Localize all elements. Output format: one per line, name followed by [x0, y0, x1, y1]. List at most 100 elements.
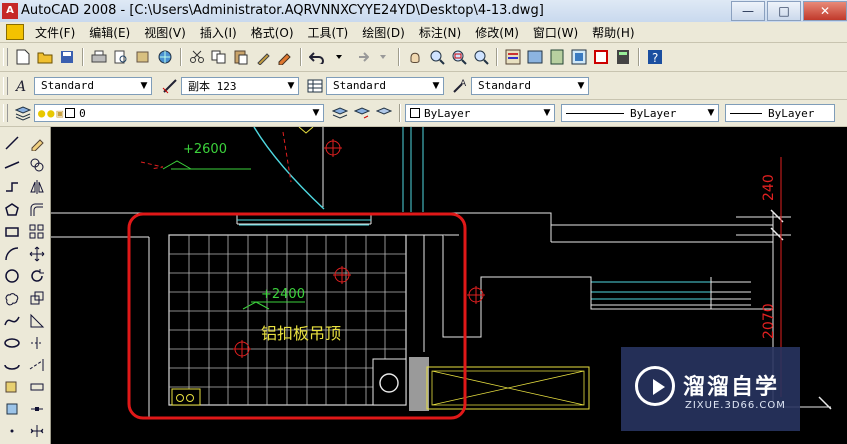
move-icon[interactable]: [27, 244, 47, 264]
gray-column: [409, 357, 429, 411]
close-button[interactable]: ✕: [803, 1, 847, 21]
print-icon[interactable]: [89, 47, 109, 67]
zoom-previous-icon[interactable]: [471, 47, 491, 67]
table-style-select[interactable]: Standard ▼: [326, 76, 444, 95]
multileader-style-icon[interactable]: A: [450, 76, 470, 96]
trim-icon[interactable]: [27, 333, 47, 353]
maximize-button[interactable]: □: [767, 1, 801, 21]
rectangle-icon[interactable]: [2, 222, 22, 242]
layer-select[interactable]: ● ● ▣ 0 ▼: [34, 104, 324, 122]
calculator-icon[interactable]: [613, 47, 633, 67]
polyline-icon[interactable]: [2, 177, 22, 197]
arc-icon[interactable]: [2, 244, 22, 264]
autocad-app-icon[interactable]: A: [2, 3, 18, 19]
menu-view[interactable]: 视图(V): [137, 24, 193, 41]
menu-help[interactable]: 帮助(H): [585, 24, 641, 41]
paste-icon[interactable]: [231, 47, 251, 67]
circle-icon[interactable]: [2, 266, 22, 286]
menu-format[interactable]: 格式(O): [244, 24, 301, 41]
stretch-icon[interactable]: [27, 311, 47, 331]
mirror-icon[interactable]: [27, 177, 47, 197]
erase-icon[interactable]: [27, 133, 47, 153]
match-properties-icon[interactable]: [253, 47, 273, 67]
text-style-select[interactable]: Standard ▼: [34, 76, 152, 95]
help-icon[interactable]: ?: [645, 47, 665, 67]
dim-label-top: 240: [761, 174, 777, 201]
line-icon[interactable]: [2, 133, 22, 153]
copy-object-icon[interactable]: [27, 155, 47, 175]
properties-icon[interactable]: [503, 47, 523, 67]
menu-file[interactable]: 文件(F): [28, 24, 82, 41]
make-block-icon[interactable]: [2, 399, 22, 419]
menu-draw[interactable]: 绘图(D): [355, 24, 412, 41]
redo-dropdown-icon[interactable]: [373, 47, 393, 67]
dim-style-value: 副本 123: [188, 79, 237, 93]
text-style-icon[interactable]: A: [13, 76, 33, 96]
dim-style-select[interactable]: 副本 123 ▼: [181, 76, 299, 95]
zoom-realtime-icon[interactable]: [427, 47, 447, 67]
block-editor-icon[interactable]: [275, 47, 295, 67]
lineweight-select[interactable]: ByLayer: [725, 104, 835, 122]
publish-icon[interactable]: [133, 47, 153, 67]
menu-tools[interactable]: 工具(T): [301, 24, 356, 41]
linetype-select[interactable]: ByLayer ▼: [561, 104, 719, 122]
open-icon[interactable]: [35, 47, 55, 67]
sheet-set-icon[interactable]: [569, 47, 589, 67]
save-icon[interactable]: [57, 47, 77, 67]
menu-dimension[interactable]: 标注(N): [412, 24, 468, 41]
menu-edit[interactable]: 编辑(E): [82, 24, 137, 41]
pan-icon[interactable]: [405, 47, 425, 67]
print-preview-icon[interactable]: [111, 47, 131, 67]
layer-previous-icon[interactable]: [352, 103, 372, 123]
make-object-layer-current-icon[interactable]: [330, 103, 350, 123]
revision-cloud-icon[interactable]: [2, 288, 22, 308]
svg-text:A: A: [460, 79, 467, 89]
ucs-marker: [298, 127, 314, 134]
toolbar-grip[interactable]: [3, 48, 8, 66]
zoom-window-icon[interactable]: [449, 47, 469, 67]
insert-block-icon[interactable]: [2, 377, 22, 397]
wall-line: [442, 235, 773, 338]
cut-icon[interactable]: [187, 47, 207, 67]
color-select[interactable]: ByLayer ▼: [405, 104, 555, 122]
redo-icon[interactable]: [351, 47, 371, 67]
toolbar-grip[interactable]: [3, 104, 8, 122]
minimize-button[interactable]: —: [731, 1, 765, 21]
layer-manager-icon[interactable]: [13, 103, 33, 123]
join-icon[interactable]: [27, 399, 47, 419]
document-icon[interactable]: [6, 24, 24, 40]
new-icon[interactable]: [13, 47, 33, 67]
modify-toolbar: [26, 133, 48, 444]
scale-icon[interactable]: [27, 288, 47, 308]
construction-line-icon[interactable]: [2, 155, 22, 175]
table-style-icon[interactable]: [305, 76, 325, 96]
lineweight-value: ByLayer: [768, 106, 815, 120]
copy-icon[interactable]: [209, 47, 229, 67]
extend-icon[interactable]: [27, 355, 47, 375]
toolbar-grip[interactable]: [3, 76, 8, 95]
dim-style-icon[interactable]: [160, 76, 180, 96]
web-icon[interactable]: [155, 47, 175, 67]
menu-modify[interactable]: 修改(M): [468, 24, 526, 41]
undo-dropdown-icon[interactable]: [329, 47, 349, 67]
ellipse-icon[interactable]: [2, 333, 22, 353]
spline-icon[interactable]: [2, 311, 22, 331]
offset-icon[interactable]: [27, 200, 47, 220]
explode-icon[interactable]: [27, 421, 47, 441]
layer-states-icon[interactable]: [374, 103, 394, 123]
watermark-title: 溜溜自学: [683, 375, 780, 400]
multileader-style-select[interactable]: Standard ▼: [471, 76, 589, 95]
color-value: ByLayer: [424, 106, 471, 120]
menu-window[interactable]: 窗口(W): [526, 24, 585, 41]
polygon-icon[interactable]: [2, 200, 22, 220]
ellipse-arc-icon[interactable]: [2, 355, 22, 375]
tool-palettes-icon[interactable]: [547, 47, 567, 67]
design-center-icon[interactable]: [525, 47, 545, 67]
break-icon[interactable]: [27, 377, 47, 397]
menu-insert[interactable]: 插入(I): [193, 24, 244, 41]
markup-icon[interactable]: [591, 47, 611, 67]
array-icon[interactable]: [27, 222, 47, 242]
undo-icon[interactable]: [307, 47, 327, 67]
rotate-icon[interactable]: [27, 266, 47, 286]
point-icon[interactable]: [2, 421, 22, 441]
